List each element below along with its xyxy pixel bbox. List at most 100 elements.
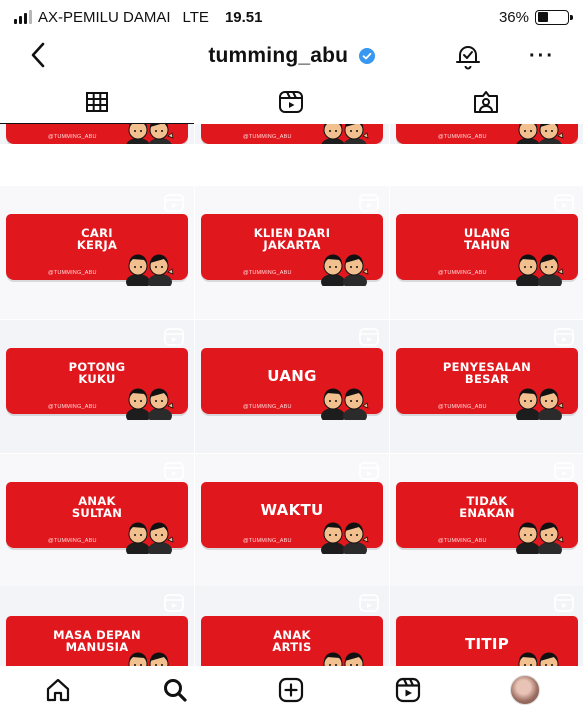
post-tile[interactable]: @TUMMING_ABU	[0, 124, 194, 144]
post-tile[interactable]: KLIEN DARI JAKARTA @TUMMING_ABU	[195, 186, 389, 319]
post-caption: PENYESALAN BESAR	[442, 360, 532, 386]
post-tile[interactable]: TITIP	[390, 586, 583, 666]
notifications-button[interactable]	[452, 40, 484, 72]
post-tile[interactable]: ULANG TAHUN @TUMMING_ABU	[390, 186, 583, 319]
grid-icon	[86, 92, 109, 112]
reel-indicator-icon	[554, 594, 574, 612]
post-thumbnail: TIDAK ENAKAN @TUMMING_ABU	[396, 482, 578, 554]
status-bar: AX-PEMILU DAMAI LTE 19.51 36%	[0, 0, 583, 34]
post-tile[interactable]: ANAK SULTAN @TUMMING_ABU	[0, 454, 194, 587]
post-tile[interactable]: CARI KERJA @TUMMING_ABU	[0, 186, 194, 319]
post-tile[interactable]: MASA DEPAN MANUSIA	[0, 586, 194, 666]
clock: 19.51	[224, 8, 263, 26]
post-tile[interactable]: WAKTU @TUMMING_ABU	[195, 454, 389, 587]
reels-icon	[395, 677, 421, 702]
post-caption: TIDAK ENAKAN	[459, 494, 515, 520]
home-icon	[47, 678, 70, 701]
post-thumbnail: ANAK ARTIS	[201, 616, 383, 666]
post-thumbnail: KLIEN DARI JAKARTA @TUMMING_ABU	[201, 214, 383, 286]
post-caption: TITIP	[464, 635, 510, 653]
post-thumbnail: TITIP	[396, 616, 578, 666]
cartoon-people-illustration	[321, 522, 369, 554]
reel-indicator-icon	[164, 594, 184, 612]
reel-indicator-icon	[554, 328, 574, 346]
nav-home[interactable]	[0, 666, 117, 713]
post-watermark: @TUMMING_ABU	[438, 538, 487, 544]
post-watermark: @TUMMING_ABU	[243, 134, 292, 140]
network-type: LTE	[182, 8, 209, 26]
nav-reels[interactable]	[350, 666, 467, 713]
cartoon-people-illustration	[516, 254, 564, 286]
tab-tagged[interactable]	[389, 80, 583, 124]
post-watermark: @TUMMING_ABU	[48, 134, 97, 140]
post-caption: UANG	[267, 367, 317, 385]
post-caption: ANAK SULTAN	[71, 494, 123, 520]
post-tile[interactable]: @TUMMING_ABU	[390, 124, 583, 144]
reels-icon	[279, 91, 304, 113]
post-watermark: @TUMMING_ABU	[243, 404, 292, 410]
reel-indicator-icon	[554, 194, 574, 212]
profile-tabs	[0, 80, 583, 124]
post-tile[interactable]: @TUMMING_ABU	[195, 124, 389, 144]
post-thumbnail: POTONG KUKU @TUMMING_ABU	[6, 348, 188, 420]
tab-reels[interactable]	[194, 80, 388, 124]
post-tile[interactable]: POTONG KUKU @TUMMING_ABU	[0, 320, 194, 453]
post-thumbnail: ULANG TAHUN @TUMMING_ABU	[396, 214, 578, 286]
post-watermark: @TUMMING_ABU	[48, 404, 97, 410]
signal-icon	[14, 10, 32, 24]
username: tumming_abu	[208, 44, 349, 67]
carrier-name: AX-PEMILU DAMAI	[38, 8, 171, 26]
post-watermark: @TUMMING_ABU	[243, 270, 292, 276]
battery-icon	[535, 9, 573, 25]
bell-icon	[456, 46, 480, 70]
profile-avatar	[509, 674, 540, 705]
post-caption: ULANG TAHUN	[463, 226, 511, 252]
post-thumbnail: @TUMMING_ABU	[396, 124, 578, 144]
tab-posts-grid[interactable]	[0, 80, 195, 124]
post-tile[interactable]: ANAK ARTIS	[195, 586, 389, 666]
post-thumbnail: UANG @TUMMING_ABU	[201, 348, 383, 420]
verified-badge-icon	[358, 48, 375, 65]
search-icon	[163, 678, 187, 702]
cartoon-people-illustration	[516, 522, 564, 554]
battery-percent: 36%	[498, 8, 529, 26]
bottom-navigation	[0, 666, 583, 713]
post-watermark: @TUMMING_ABU	[243, 538, 292, 544]
cartoon-people-illustration	[518, 652, 559, 666]
reel-indicator-icon	[164, 462, 184, 480]
post-thumbnail: PENYESALAN BESAR @TUMMING_ABU	[396, 348, 578, 420]
cartoon-people-illustration	[323, 652, 364, 666]
more-options-button[interactable]: ···	[526, 40, 558, 72]
cartoon-people-illustration	[126, 522, 174, 554]
post-thumbnail: @TUMMING_ABU	[201, 124, 383, 144]
post-watermark: @TUMMING_ABU	[438, 134, 487, 140]
post-caption: POTONG KUKU	[68, 360, 126, 386]
reel-indicator-icon	[359, 328, 379, 346]
nav-create[interactable]	[233, 666, 350, 713]
back-button[interactable]	[22, 38, 54, 72]
post-watermark: @TUMMING_ABU	[48, 538, 97, 544]
post-caption: CARI KERJA	[76, 226, 118, 252]
cartoon-people-illustration	[126, 124, 174, 144]
post-tile[interactable]: PENYESALAN BESAR @TUMMING_ABU	[390, 320, 583, 453]
post-thumbnail: WAKTU @TUMMING_ABU	[201, 482, 383, 554]
post-watermark: @TUMMING_ABU	[438, 270, 487, 276]
chevron-left-icon	[31, 42, 45, 68]
battery-status: 36%	[498, 8, 573, 26]
reel-indicator-icon	[359, 594, 379, 612]
reel-indicator-icon	[359, 462, 379, 480]
reel-indicator-icon	[554, 462, 574, 480]
post-thumbnail: ANAK SULTAN @TUMMING_ABU	[6, 482, 188, 554]
nav-profile[interactable]	[466, 666, 583, 713]
cartoon-people-illustration	[128, 652, 169, 666]
tagged-person-icon	[473, 91, 498, 113]
cartoon-people-illustration	[516, 388, 564, 420]
posts-grid: @TUMMING_ABU @TUMMING_ABU @TUMMING_ABU CARI…	[0, 124, 583, 666]
cartoon-people-illustration	[321, 124, 369, 144]
reel-indicator-icon	[359, 194, 379, 212]
post-tile[interactable]: UANG @TUMMING_ABU	[195, 320, 389, 453]
nav-search[interactable]	[117, 666, 234, 713]
cartoon-people-illustration	[126, 388, 174, 420]
post-thumbnail: @TUMMING_ABU	[6, 124, 188, 144]
post-tile[interactable]: TIDAK ENAKAN @TUMMING_ABU	[390, 454, 583, 587]
